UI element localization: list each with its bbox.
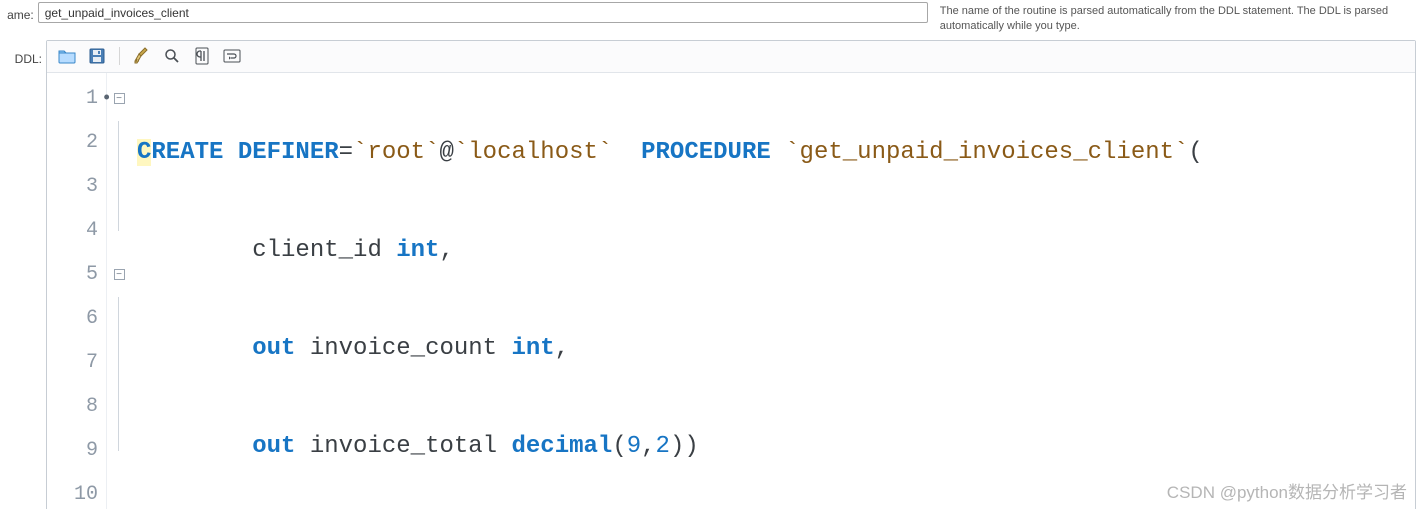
toolbar-separator	[119, 47, 120, 65]
gutter-line: 7	[47, 341, 106, 385]
name-label: ame:	[0, 2, 38, 22]
fold-toggle[interactable]: −	[107, 77, 131, 121]
show-invisible-button[interactable]	[192, 46, 212, 66]
broom-icon	[134, 47, 150, 65]
code-line: out invoice_count int,	[137, 327, 1415, 371]
gutter-line: 8	[47, 385, 106, 429]
beautify-button[interactable]	[132, 46, 152, 66]
ddl-label: DDL:	[0, 34, 46, 66]
wrap-button[interactable]	[222, 46, 242, 66]
gutter-line: 1	[47, 77, 106, 121]
line-gutter: 1 2 3 4 5 6 7 8 9 10	[47, 73, 107, 509]
routine-name-input[interactable]	[38, 2, 928, 23]
code-line: out invoice_total decimal(9,2))	[137, 425, 1415, 469]
folder-icon	[58, 48, 76, 64]
wrap-icon	[223, 49, 241, 63]
fold-column: − −	[107, 73, 131, 509]
open-file-button[interactable]	[57, 46, 77, 66]
gutter-line: 4	[47, 209, 106, 253]
gutter-line: 10	[47, 473, 106, 509]
help-text: The name of the routine is parsed automa…	[928, 2, 1423, 34]
ddl-editor: 1 2 3 4 5 6 7 8 9 10 − −	[46, 40, 1416, 509]
gutter-line: 2	[47, 121, 106, 165]
editor-toolbar	[47, 41, 1415, 73]
gutter-line: 9	[47, 429, 106, 473]
gutter-line: 3	[47, 165, 106, 209]
search-button[interactable]	[162, 46, 182, 66]
code-area[interactable]: 1 2 3 4 5 6 7 8 9 10 − −	[47, 73, 1415, 509]
code-lines[interactable]: CREATE DEFINER=`root`@`localhost` PROCED…	[131, 73, 1415, 509]
gutter-line: 6	[47, 297, 106, 341]
save-button[interactable]	[87, 46, 107, 66]
pilcrow-icon	[194, 47, 210, 65]
code-line: CREATE DEFINER=`root`@`localhost` PROCED…	[137, 131, 1415, 175]
save-icon	[89, 48, 105, 64]
gutter-line: 5	[47, 253, 106, 297]
code-line: client_id int,	[137, 229, 1415, 273]
fold-toggle[interactable]: −	[107, 253, 131, 297]
search-icon	[164, 48, 180, 64]
